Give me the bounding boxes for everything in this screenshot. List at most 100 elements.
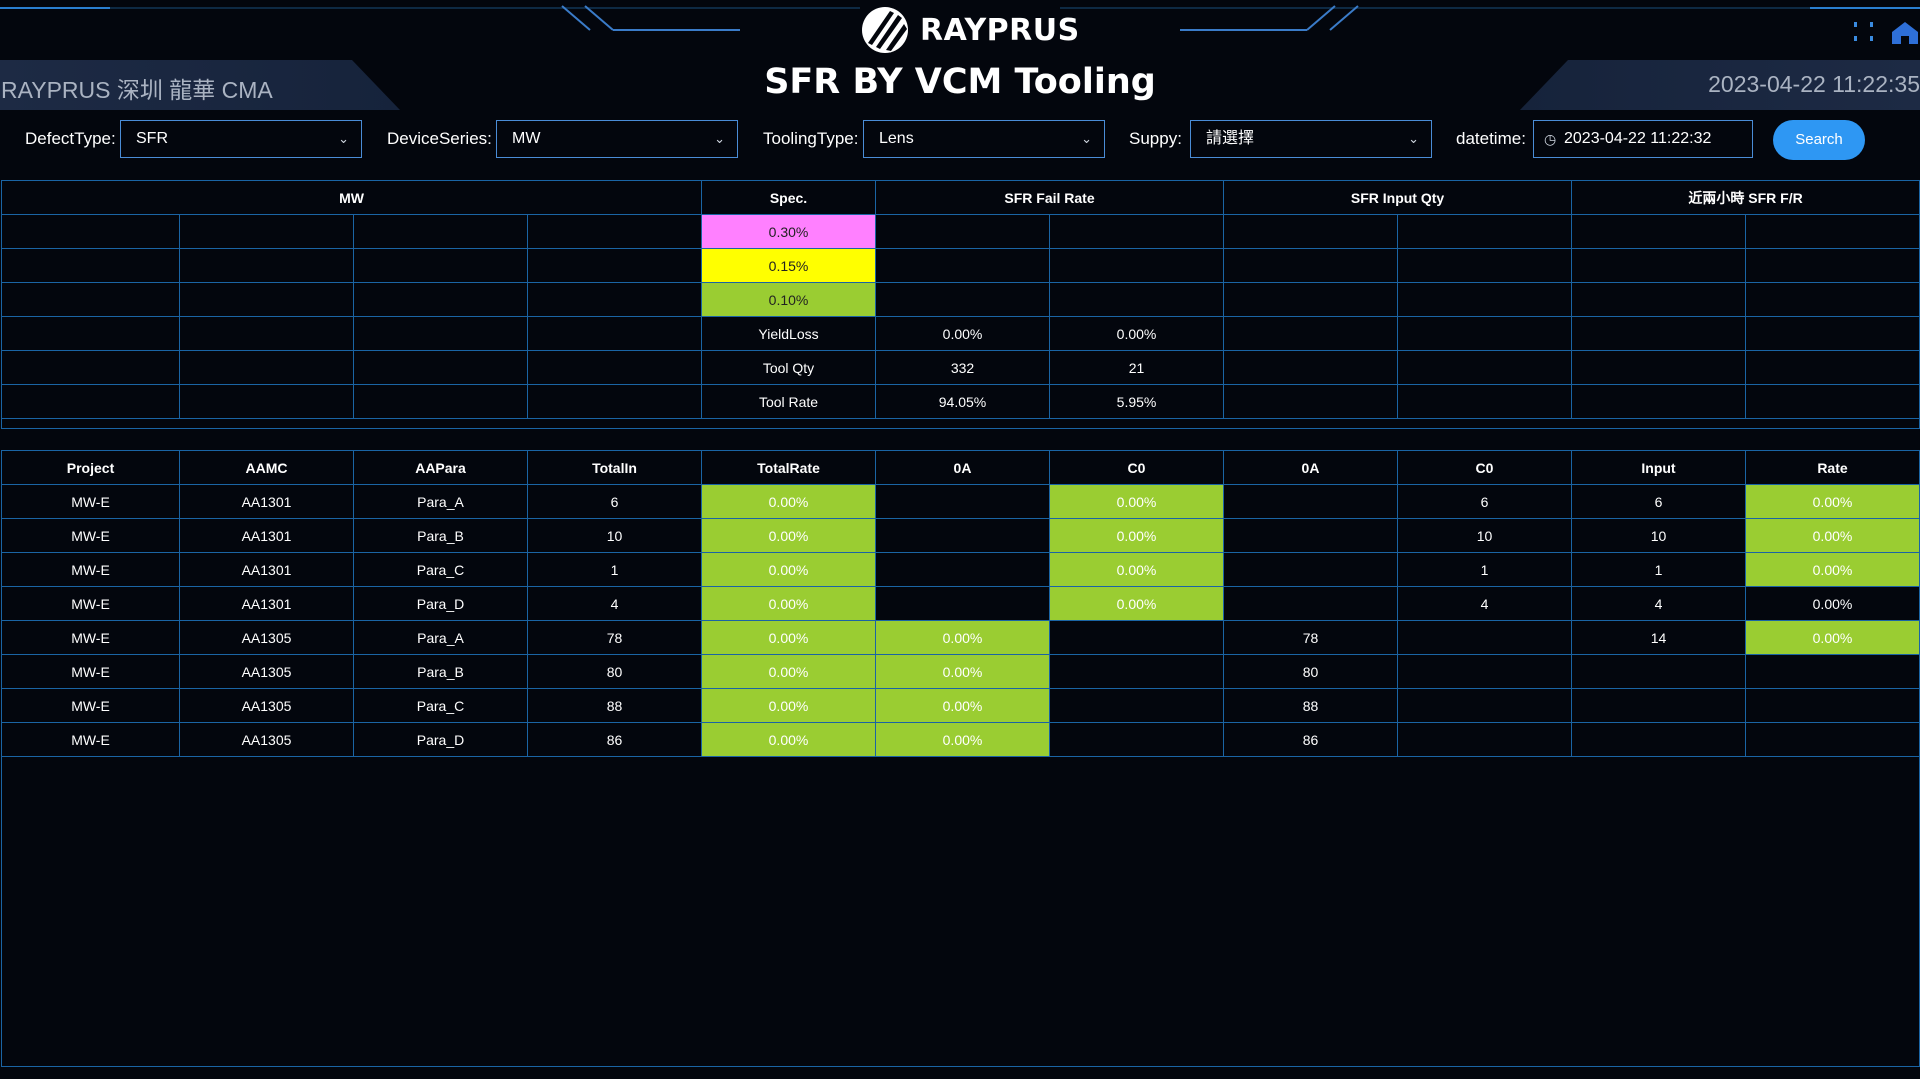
- table-cell: AA1301: [179, 518, 354, 553]
- table-cell: 0.00%: [1745, 620, 1920, 655]
- suppy-select[interactable]: 請選擇 ⌄: [1190, 120, 1432, 158]
- table-cell: 10: [1571, 518, 1746, 553]
- summary-header-fail-rate: SFR Fail Rate: [875, 180, 1225, 215]
- summary-cell: [1, 248, 180, 283]
- chevron-down-icon: ⌄: [338, 131, 349, 146]
- summary-row: Tool Qty 332 21: [1, 350, 1920, 385]
- summary-header-recent-fr: 近兩小時 SFR F/R: [1571, 180, 1920, 215]
- summary-cell: [1571, 282, 1747, 317]
- summary-cell: [353, 384, 528, 419]
- spec-cell: YieldLoss: [701, 316, 877, 351]
- table-cell: 0.00%: [1745, 586, 1920, 621]
- table-cell: MW-E: [1, 654, 180, 689]
- summary-cell: [353, 214, 528, 249]
- tooling-type-label: ToolingType:: [763, 129, 859, 148]
- summary-row: 0.30%: [1, 214, 1920, 249]
- grid-icon[interactable]: [1850, 22, 1878, 44]
- table-row: MW-E AA1301 Para_D 4 0.00% 0.00% 4 4 0.00%: [1, 586, 1920, 621]
- fail-rate-cell: [1049, 248, 1225, 283]
- chevron-down-icon: ⌄: [1408, 131, 1419, 146]
- table-cell: 14: [1571, 620, 1746, 655]
- summary-cell: [1745, 214, 1920, 249]
- table-cell: AA1301: [179, 484, 354, 519]
- summary-spacer-cell: [0, 418, 1920, 429]
- table-cell: Para_A: [353, 484, 528, 519]
- table-cell: AA1301: [179, 552, 354, 587]
- table-cell: AA1305: [179, 654, 354, 689]
- summary-cell: [1571, 384, 1747, 419]
- table-cell: 0.00%: [1049, 586, 1224, 621]
- summary-cell: [179, 248, 354, 283]
- detail-column-header: 0A: [875, 450, 1050, 485]
- table-cell: 4: [1397, 586, 1572, 621]
- summary-cell: [1, 282, 180, 317]
- defect-type-value: SFR: [136, 130, 168, 147]
- summary-row: 0.10%: [1, 282, 1920, 317]
- summary-cell: [1397, 248, 1573, 283]
- detail-column-header: C0: [1049, 450, 1224, 485]
- summary-cell: [179, 350, 354, 385]
- logo-text: RAYPRUS: [920, 12, 1080, 48]
- empty-area-cell: [1, 756, 1920, 1067]
- fail-rate-cell: [1049, 214, 1225, 249]
- fail-rate-cell: [875, 248, 1051, 283]
- table-cell: 4: [527, 586, 702, 621]
- table-cell: 0.00%: [701, 484, 876, 519]
- summary-cell: [1223, 282, 1399, 317]
- table-cell: 4: [1571, 586, 1746, 621]
- summary-cell: [1223, 316, 1399, 351]
- spec-cell: 0.30%: [701, 214, 877, 249]
- table-row: MW-E AA1305 Para_A 78 0.00% 0.00% 78 14 0.00%: [1, 620, 1920, 655]
- table-cell: [1049, 688, 1224, 723]
- table-cell: [1571, 654, 1746, 689]
- detail-column-header: 0A: [1223, 450, 1398, 485]
- table-cell: [1397, 688, 1572, 723]
- summary-cell: [1223, 384, 1399, 419]
- table-cell: 0.00%: [1049, 484, 1224, 519]
- table-row: MW-E AA1301 Para_A 6 0.00% 0.00% 6 6 0.00%: [1, 484, 1920, 519]
- summary-cell: [526, 384, 703, 419]
- summary-cell: [526, 282, 703, 317]
- table-cell: Para_C: [353, 552, 528, 587]
- summary-cell: [526, 248, 703, 283]
- tooling-type-value: Lens: [879, 130, 914, 147]
- fail-rate-cell: [875, 214, 1051, 249]
- detail-column-header: AAMC: [179, 450, 354, 485]
- summary-cell: [1571, 214, 1747, 249]
- datetime-picker[interactable]: ◷ 2023-04-22 11:22:32: [1533, 120, 1753, 158]
- summary-row: YieldLoss 0.00% 0.00%: [1, 316, 1920, 351]
- table-cell: 6: [527, 484, 702, 519]
- summary-cell: [353, 350, 528, 385]
- table-cell: 88: [1223, 688, 1398, 723]
- summary-cell: [179, 282, 354, 317]
- defect-type-select[interactable]: SFR ⌄: [120, 120, 362, 158]
- table-cell: 0.00%: [1745, 552, 1920, 587]
- table-cell: [1571, 722, 1746, 757]
- table-cell: [1049, 654, 1224, 689]
- summary-header-row: MW Spec. SFR Fail Rate SFR Input Qty 近兩小…: [0, 180, 1920, 215]
- summary-cell: [1745, 282, 1920, 317]
- detail-column-header: Project: [1, 450, 180, 485]
- table-cell: 86: [1223, 722, 1398, 757]
- table-cell: [1049, 620, 1224, 655]
- search-button[interactable]: Search: [1773, 120, 1865, 160]
- table-cell: [1571, 688, 1746, 723]
- device-series-select[interactable]: MW ⌄: [496, 120, 738, 158]
- table-cell: 10: [527, 518, 702, 553]
- table-cell: [1745, 688, 1920, 723]
- empty-area-row: [1, 756, 1920, 1067]
- summary-header-input-qty: SFR Input Qty: [1223, 180, 1573, 215]
- home-icon[interactable]: [1890, 20, 1920, 44]
- table-cell: 78: [1223, 620, 1398, 655]
- summary-cell: [526, 316, 703, 351]
- table-cell: 0.00%: [701, 586, 876, 621]
- chevron-down-icon: ⌄: [714, 131, 725, 146]
- table-cell: [1397, 722, 1572, 757]
- table-cell: 88: [527, 688, 702, 723]
- table-cell: Para_D: [353, 722, 528, 757]
- summary-cell: [1397, 350, 1573, 385]
- table-cell: 1: [1397, 552, 1572, 587]
- table-cell: MW-E: [1, 552, 180, 587]
- tooling-type-select[interactable]: Lens ⌄: [863, 120, 1105, 158]
- fail-rate-cell: 0.00%: [875, 316, 1051, 351]
